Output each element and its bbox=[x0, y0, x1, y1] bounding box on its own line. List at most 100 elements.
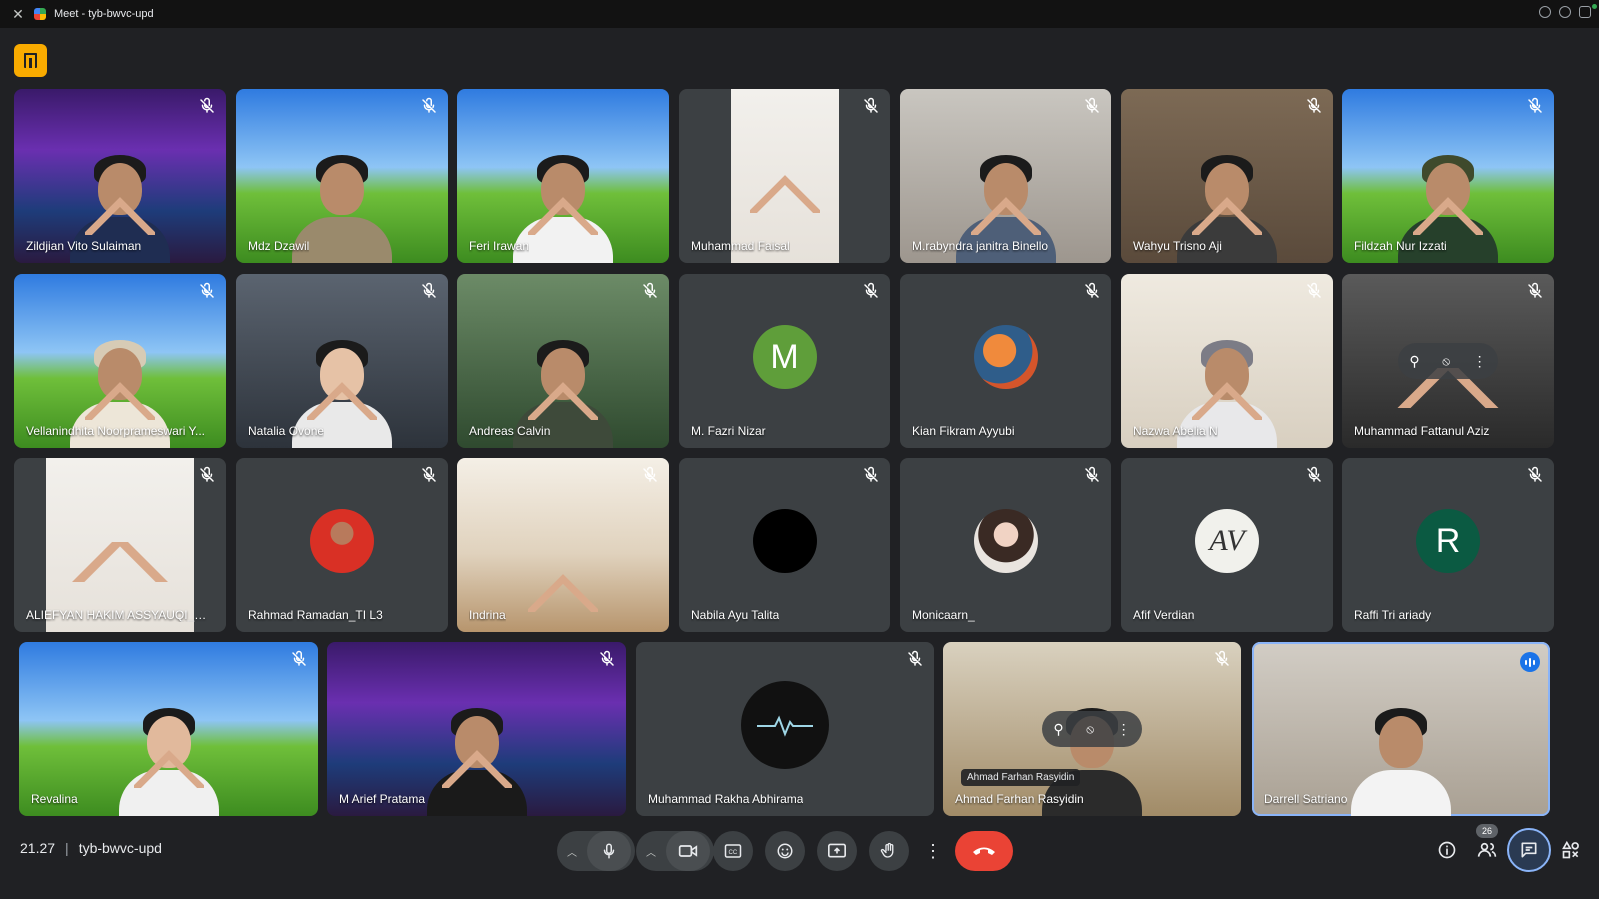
participant-name: ALIEFYAN HAKIM ASSYAUQI_FA... bbox=[26, 608, 213, 622]
settings-icon[interactable] bbox=[1559, 6, 1571, 18]
participant-tile-active-speaker[interactable]: Darrell Satriano bbox=[1252, 642, 1550, 816]
participant-tile[interactable]: Muhammad Faisal bbox=[679, 89, 890, 263]
participant-tile[interactable]: Kian Fikram Ayyubi bbox=[900, 274, 1111, 448]
chat-icon bbox=[1521, 842, 1537, 858]
meeting-code: tyb-bwvc-upd bbox=[78, 840, 162, 856]
mic-off-icon bbox=[600, 650, 614, 666]
participant-tile[interactable]: ALIEFYAN HAKIM ASSYAUQI_FA... bbox=[14, 458, 226, 632]
raise-hand-button[interactable] bbox=[869, 831, 909, 871]
mic-off-icon bbox=[422, 97, 436, 113]
avatar: M bbox=[752, 325, 817, 389]
participant-tile[interactable]: Muhammad Rakha Abhirama bbox=[636, 642, 934, 816]
participant-name: Indrina bbox=[469, 608, 506, 622]
mic-off-icon[interactable]: ⦸ bbox=[1086, 722, 1094, 737]
mic-off-icon bbox=[200, 282, 214, 298]
info-icon bbox=[1438, 841, 1456, 859]
participant-tile[interactable]: Nazwa Abelia N bbox=[1121, 274, 1333, 448]
more-options-button[interactable]: ⋮ bbox=[921, 831, 945, 871]
participant-name: M Arief Pratama bbox=[339, 792, 426, 806]
participant-name: Raffi Tri ariady bbox=[1354, 608, 1432, 622]
audio-control-group: ︿ bbox=[557, 831, 635, 871]
mic-off-icon bbox=[864, 466, 878, 482]
participant-tile[interactable]: M M. Fazri Nizar bbox=[679, 274, 890, 448]
participant-tile[interactable]: ⚲ ⦸ ⋮ Ahmad Farhan Rasyidin Ahmad Farhan… bbox=[943, 642, 1241, 816]
participant-tile[interactable]: Rahmad Ramadan_TI L3 bbox=[236, 458, 448, 632]
more-options-icon[interactable]: ⋮ bbox=[1473, 353, 1487, 370]
avatar bbox=[310, 509, 374, 573]
participant-tile[interactable]: M Arief Pratama bbox=[327, 642, 626, 816]
participant-tile[interactable]: M.rabyndra janitra Binello bbox=[900, 89, 1111, 263]
participant-tile[interactable]: Nabila Ayu Talita bbox=[679, 458, 890, 632]
mic-off-icon bbox=[422, 282, 436, 298]
present-screen-button[interactable] bbox=[817, 831, 857, 871]
participant-name: Nazwa Abelia N bbox=[1133, 424, 1218, 438]
mic-off-icon bbox=[200, 466, 214, 482]
participant-name: M. Fazri Nizar bbox=[691, 424, 766, 438]
participant-name: Afif Verdian bbox=[1133, 608, 1195, 622]
participant-name: Fildzah Nur Izzati bbox=[1354, 239, 1447, 253]
captions-button[interactable]: CC bbox=[713, 831, 753, 871]
microphone-icon bbox=[603, 843, 615, 859]
meeting-details-button[interactable] bbox=[1427, 830, 1467, 870]
mic-off-icon bbox=[1085, 282, 1099, 298]
participant-tile[interactable]: R Raffi Tri ariady bbox=[1342, 458, 1554, 632]
participant-tile[interactable]: Andreas Calvin bbox=[457, 274, 669, 448]
pin-icon[interactable]: ⚲ bbox=[1409, 353, 1419, 370]
people-button[interactable]: 26 bbox=[1467, 824, 1507, 870]
participant-tile[interactable]: AV Afif Verdian bbox=[1121, 458, 1333, 632]
participant-tile[interactable]: Fildzah Nur Izzati bbox=[1342, 89, 1554, 263]
status-dot-icon bbox=[1592, 4, 1597, 9]
camera-button[interactable] bbox=[666, 831, 710, 871]
activities-button[interactable] bbox=[1551, 830, 1591, 870]
avatar bbox=[973, 509, 1038, 573]
avatar: AV bbox=[1195, 509, 1259, 573]
end-call-icon bbox=[973, 847, 995, 855]
participant-tile[interactable]: Zildjian Vito Sulaiman bbox=[14, 89, 226, 263]
participant-name: Mdz Dzawil bbox=[248, 239, 310, 253]
mic-off-icon bbox=[864, 282, 878, 298]
participant-tile[interactable]: Feri Irawan bbox=[457, 89, 669, 263]
captions-icon: CC bbox=[724, 844, 742, 858]
extension-icon[interactable] bbox=[1539, 6, 1551, 18]
participant-tile[interactable]: Wahyu Trisno Aji bbox=[1121, 89, 1333, 263]
reactions-button[interactable] bbox=[765, 831, 805, 871]
participant-tile[interactable]: Mdz Dzawil bbox=[236, 89, 448, 263]
avatar bbox=[973, 325, 1038, 389]
participant-name: Ahmad Farhan Rasyidin bbox=[955, 792, 1084, 806]
participant-name: Natalia Ovone bbox=[248, 424, 325, 438]
participant-tile[interactable]: Natalia Ovone bbox=[236, 274, 448, 448]
mic-off-icon bbox=[908, 650, 922, 666]
mic-off-icon bbox=[1307, 97, 1321, 113]
activities-app-icon[interactable] bbox=[14, 44, 47, 77]
microphone-button[interactable] bbox=[587, 831, 631, 871]
window-title: Meet - tyb-bwvc-upd bbox=[54, 8, 154, 20]
participant-name: Andreas Calvin bbox=[469, 424, 551, 438]
participant-tile[interactable]: Indrina bbox=[457, 458, 669, 632]
close-icon[interactable]: ✕ bbox=[10, 6, 26, 22]
open-in-new-icon[interactable] bbox=[1579, 6, 1591, 18]
camera-icon bbox=[678, 845, 698, 857]
chat-button[interactable] bbox=[1507, 828, 1551, 872]
present-screen-icon bbox=[828, 843, 846, 858]
speaking-indicator-icon bbox=[1520, 652, 1540, 672]
participant-name: Revalina bbox=[31, 792, 78, 806]
participant-name: Feri Irawan bbox=[469, 239, 530, 253]
audio-options-chevron-icon[interactable]: ︿ bbox=[557, 844, 587, 859]
mic-off-icon[interactable]: ⦸ bbox=[1442, 354, 1450, 369]
heartbeat-icon bbox=[757, 715, 813, 737]
participant-tile[interactable]: Revalina bbox=[19, 642, 318, 816]
more-options-icon[interactable]: ⋮ bbox=[1117, 721, 1131, 738]
pin-icon[interactable]: ⚲ bbox=[1053, 721, 1063, 738]
participant-tile[interactable]: Vellanindhita Noorprameswari Y... bbox=[14, 274, 226, 448]
participant-name: Wahyu Trisno Aji bbox=[1133, 239, 1222, 253]
participant-name: Muhammad Rakha Abhirama bbox=[648, 792, 804, 806]
emoji-icon bbox=[777, 843, 793, 859]
mic-off-icon bbox=[1215, 650, 1229, 666]
more-vert-icon: ⋮ bbox=[924, 840, 942, 861]
video-options-chevron-icon[interactable]: ︿ bbox=[636, 844, 666, 859]
tile-hover-controls: ⚲ ⦸ ⋮ bbox=[1042, 711, 1142, 747]
participant-tile[interactable]: ⚲ ⦸ ⋮ Muhammad Fattanul Aziz bbox=[1342, 274, 1554, 448]
participant-tile[interactable]: Monicaarn_ bbox=[900, 458, 1111, 632]
mic-off-icon bbox=[643, 282, 657, 298]
leave-call-button[interactable] bbox=[955, 831, 1013, 871]
